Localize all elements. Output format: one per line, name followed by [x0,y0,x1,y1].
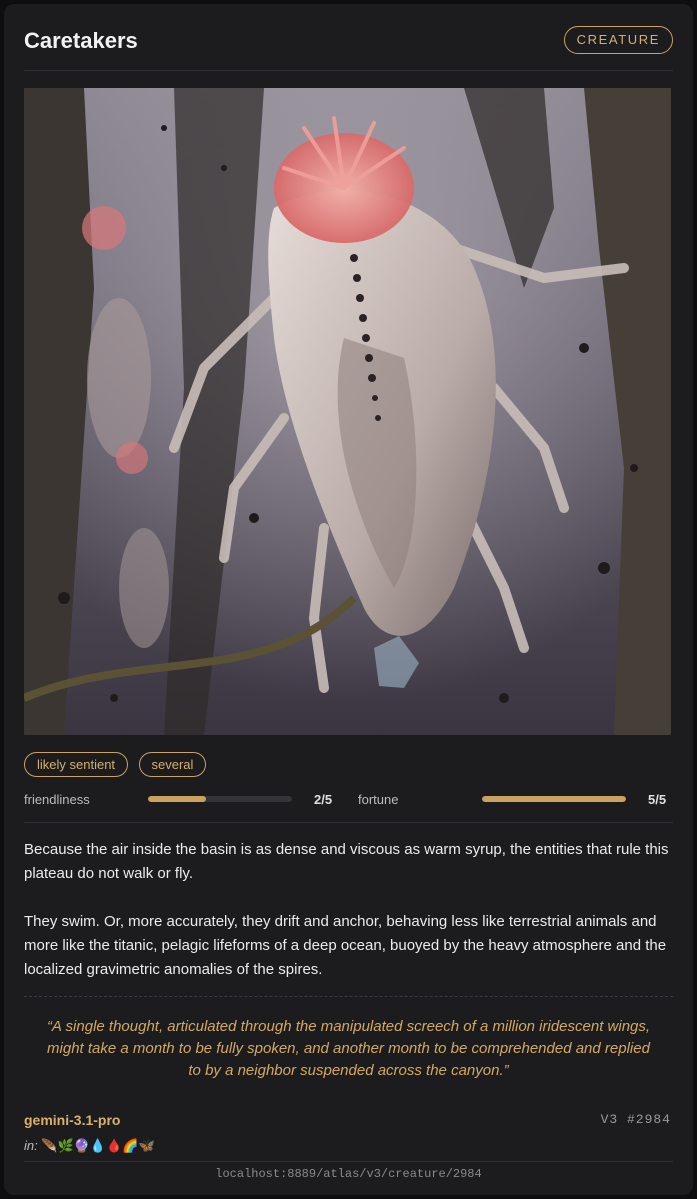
fortune-bar-fill [482,796,626,802]
page-url[interactable]: localhost:8889/atlas/v3/creature/2984 [4,1167,693,1181]
stat-label: friendliness [24,792,90,807]
friendliness-bar [148,796,292,802]
divider [24,822,673,823]
tag-count[interactable]: several [138,752,207,777]
quote: “A single thought, articulated through t… [46,1018,651,1079]
creature-image [24,88,671,735]
tag-list: likely sentient several [24,752,212,778]
stats-row: friendliness 2/5 fortune 5/5 [24,788,673,812]
description-paragraph: They swim. Or, more accurately, they dri… [24,913,667,978]
description: Because the air inside the basin is as d… [24,838,671,1006]
in-label: in: [24,1138,38,1153]
card-header: Caretakers CREATURE [24,24,673,71]
stat-fortune: fortune 5/5 [358,788,676,812]
version-label: V3 #2984 [600,1112,671,1127]
fortune-bar [482,796,626,802]
in-row: in: 🪶🌿🔮💧🩸🌈🦋 [24,1138,155,1154]
tag-sentience[interactable]: likely sentient [24,752,129,777]
category-icons[interactable]: 🪶🌿🔮💧🩸🌈🦋 [41,1138,154,1153]
creature-illustration-icon [24,88,671,735]
stat-friendliness: friendliness 2/5 [24,788,342,812]
creature-card: Caretakers CREATURE likely sentient seve… [4,4,693,1195]
stat-value: 2/5 [314,792,333,807]
description-paragraph: Because the air inside the basin is as d… [24,841,669,882]
divider [24,996,673,997]
stat-value: 5/5 [648,792,667,807]
stat-label: fortune [358,792,399,807]
type-badge[interactable]: CREATURE [563,26,673,54]
divider [24,1161,673,1162]
friendliness-bar-fill [148,796,206,802]
page-title: Caretakers [24,28,138,53]
model-name[interactable]: gemini-3.1-pro [24,1112,120,1128]
